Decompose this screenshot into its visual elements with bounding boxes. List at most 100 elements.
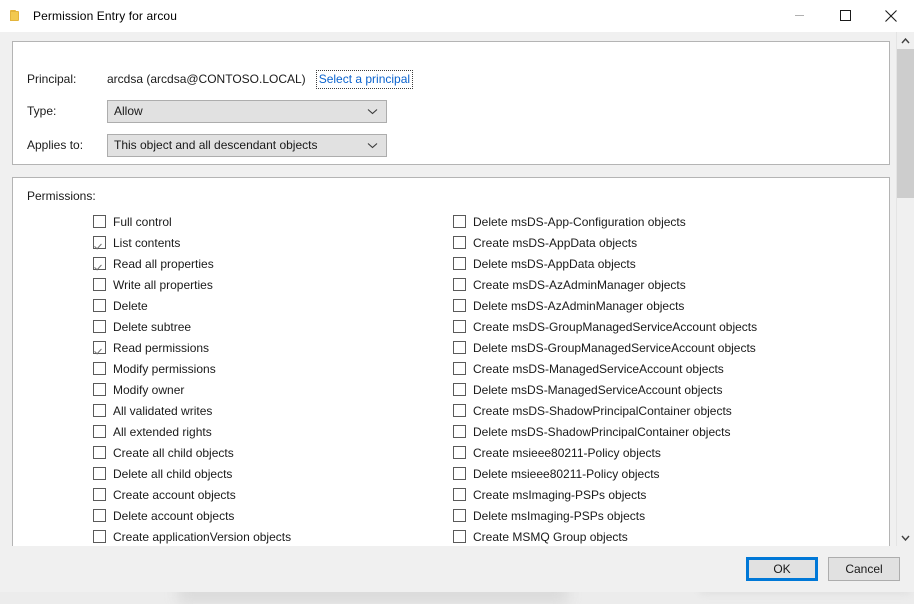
checkbox-checked-icon[interactable] [93, 236, 106, 249]
select-principal-focus-rect: Select a principal [315, 69, 414, 89]
permission-label: Delete msImaging-PSPs objects [473, 508, 646, 523]
checkbox-unchecked-icon[interactable] [453, 425, 466, 438]
checkbox-unchecked-icon[interactable] [93, 425, 106, 438]
permission-item[interactable]: Delete msDS-ManagedServiceAccount object… [453, 379, 873, 400]
checkbox-unchecked-icon[interactable] [93, 278, 106, 291]
checkbox-unchecked-icon[interactable] [453, 509, 466, 522]
permission-item[interactable]: Modify permissions [93, 358, 453, 379]
applies-to-dropdown[interactable]: This object and all descendant objects [107, 133, 387, 157]
permission-label: Create msDS-ShadowPrincipalContainer obj… [473, 403, 732, 418]
maximize-icon [839, 10, 851, 21]
permission-label: Delete msDS-ShadowPrincipalContainer obj… [473, 424, 731, 439]
permission-item[interactable]: Create msImaging-PSPs objects [453, 484, 873, 505]
checkbox-checked-icon[interactable] [93, 341, 106, 354]
cancel-button[interactable]: Cancel [828, 557, 900, 581]
checkbox-unchecked-icon[interactable] [453, 383, 466, 396]
permission-item[interactable]: Full control [93, 211, 453, 232]
permission-item[interactable]: Create msDS-ShadowPrincipalContainer obj… [453, 400, 873, 421]
permission-item[interactable]: Delete [93, 295, 453, 316]
checkbox-unchecked-icon[interactable] [93, 530, 106, 543]
checkbox-unchecked-icon[interactable] [453, 278, 466, 291]
permission-item[interactable]: Create msDS-GroupManagedServiceAccount o… [453, 316, 873, 337]
type-dropdown-value: Allow [114, 104, 143, 118]
permission-item[interactable]: Read permissions [93, 337, 453, 358]
permission-item[interactable]: Delete msDS-ShadowPrincipalContainer obj… [453, 421, 873, 442]
permission-item[interactable]: List contents [93, 232, 453, 253]
checkbox-unchecked-icon[interactable] [93, 362, 106, 375]
ok-button[interactable]: OK [746, 557, 818, 581]
permission-label: Delete msieee80211-Policy objects [473, 466, 660, 481]
checkbox-unchecked-icon[interactable] [93, 320, 106, 333]
permission-item[interactable]: Create msieee80211-Policy objects [453, 442, 873, 463]
checkbox-unchecked-icon[interactable] [453, 467, 466, 480]
type-dropdown[interactable]: Allow [107, 99, 387, 123]
permission-item[interactable]: Create MSMQ Group objects [453, 526, 873, 546]
permission-item[interactable]: Delete msDS-AzAdminManager objects [453, 295, 873, 316]
permission-label: Delete all child objects [113, 466, 233, 481]
permission-item[interactable]: Create applicationVersion objects [93, 526, 453, 546]
permission-item[interactable]: Delete msieee80211-Policy objects [453, 463, 873, 484]
permission-label: Create account objects [113, 487, 236, 502]
applies-to-label: Applies to: [27, 138, 84, 152]
checkbox-unchecked-icon[interactable] [93, 383, 106, 396]
checkbox-unchecked-icon[interactable] [453, 236, 466, 249]
checkbox-unchecked-icon[interactable] [93, 404, 106, 417]
checkbox-unchecked-icon[interactable] [453, 320, 466, 333]
permission-entry-dialog: Permission Entry for arcou Principal: ar… [0, 0, 914, 592]
checkbox-unchecked-icon[interactable] [93, 467, 106, 480]
permission-label: Create msDS-GroupManagedServiceAccount o… [473, 319, 758, 334]
checkbox-unchecked-icon[interactable] [453, 215, 466, 228]
checkbox-unchecked-icon[interactable] [453, 362, 466, 375]
permission-item[interactable]: Create msDS-AppData objects [453, 232, 873, 253]
checkbox-unchecked-icon[interactable] [93, 215, 106, 228]
permission-item[interactable]: All extended rights [93, 421, 453, 442]
scroll-up-button[interactable] [897, 32, 914, 49]
permission-label: All extended rights [113, 424, 212, 439]
permission-item[interactable]: Delete msDS-AppData objects [453, 253, 873, 274]
checkbox-unchecked-icon[interactable] [93, 299, 106, 312]
checkbox-unchecked-icon[interactable] [453, 488, 466, 501]
close-button[interactable] [868, 0, 914, 31]
permissions-panel: Permissions: Full control List contents Re… [12, 177, 890, 546]
permission-item[interactable]: Write all properties [93, 274, 453, 295]
checkbox-unchecked-icon[interactable] [93, 488, 106, 501]
permission-item[interactable]: Create account objects [93, 484, 453, 505]
checkbox-unchecked-icon[interactable] [453, 299, 466, 312]
folder-icon [10, 9, 24, 22]
checkbox-checked-icon[interactable] [93, 257, 106, 270]
permission-item[interactable]: Create msDS-ManagedServiceAccount object… [453, 358, 873, 379]
checkbox-unchecked-icon[interactable] [93, 509, 106, 522]
checkbox-unchecked-icon[interactable] [453, 530, 466, 543]
permission-item[interactable]: Create msDS-AzAdminManager objects [453, 274, 873, 295]
minimize-button[interactable] [776, 0, 822, 31]
maximize-button[interactable] [822, 0, 868, 31]
dialog-content: Principal: arcdsa (arcdsa@CONTOSO.LOCAL)… [0, 32, 914, 546]
permission-item[interactable]: Delete all child objects [93, 463, 453, 484]
permission-label: Write all properties [113, 277, 213, 292]
scroll-down-button[interactable] [897, 529, 914, 546]
select-principal-link[interactable]: Select a principal [319, 72, 410, 86]
permission-item[interactable]: Read all properties [93, 253, 453, 274]
permission-item[interactable]: Delete account objects [93, 505, 453, 526]
checkbox-unchecked-icon[interactable] [453, 446, 466, 459]
type-label: Type: [27, 104, 57, 118]
checkbox-unchecked-icon[interactable] [93, 446, 106, 459]
scrollbar-track[interactable] [897, 49, 914, 529]
permission-item[interactable]: Create all child objects [93, 442, 453, 463]
scrollbar-thumb[interactable] [897, 49, 914, 198]
checkbox-unchecked-icon[interactable] [453, 341, 466, 354]
permission-label: Create msieee80211-Policy objects [473, 445, 661, 460]
permission-label: Delete msDS-App-Configuration objects [473, 214, 686, 229]
checkbox-unchecked-icon[interactable] [453, 257, 466, 270]
permission-item[interactable]: All validated writes [93, 400, 453, 421]
permission-label: Modify owner [113, 382, 185, 397]
vertical-scrollbar[interactable] [896, 32, 914, 546]
permission-item[interactable]: Delete msDS-App-Configuration objects [453, 211, 873, 232]
permission-item[interactable]: Delete msImaging-PSPs objects [453, 505, 873, 526]
permissions-title: Permissions: [27, 189, 96, 203]
permission-item[interactable]: Delete msDS-GroupManagedServiceAccount o… [453, 337, 873, 358]
chevron-up-icon [901, 37, 910, 43]
permission-item[interactable]: Delete subtree [93, 316, 453, 337]
permission-item[interactable]: Modify owner [93, 379, 453, 400]
checkbox-unchecked-icon[interactable] [453, 404, 466, 417]
